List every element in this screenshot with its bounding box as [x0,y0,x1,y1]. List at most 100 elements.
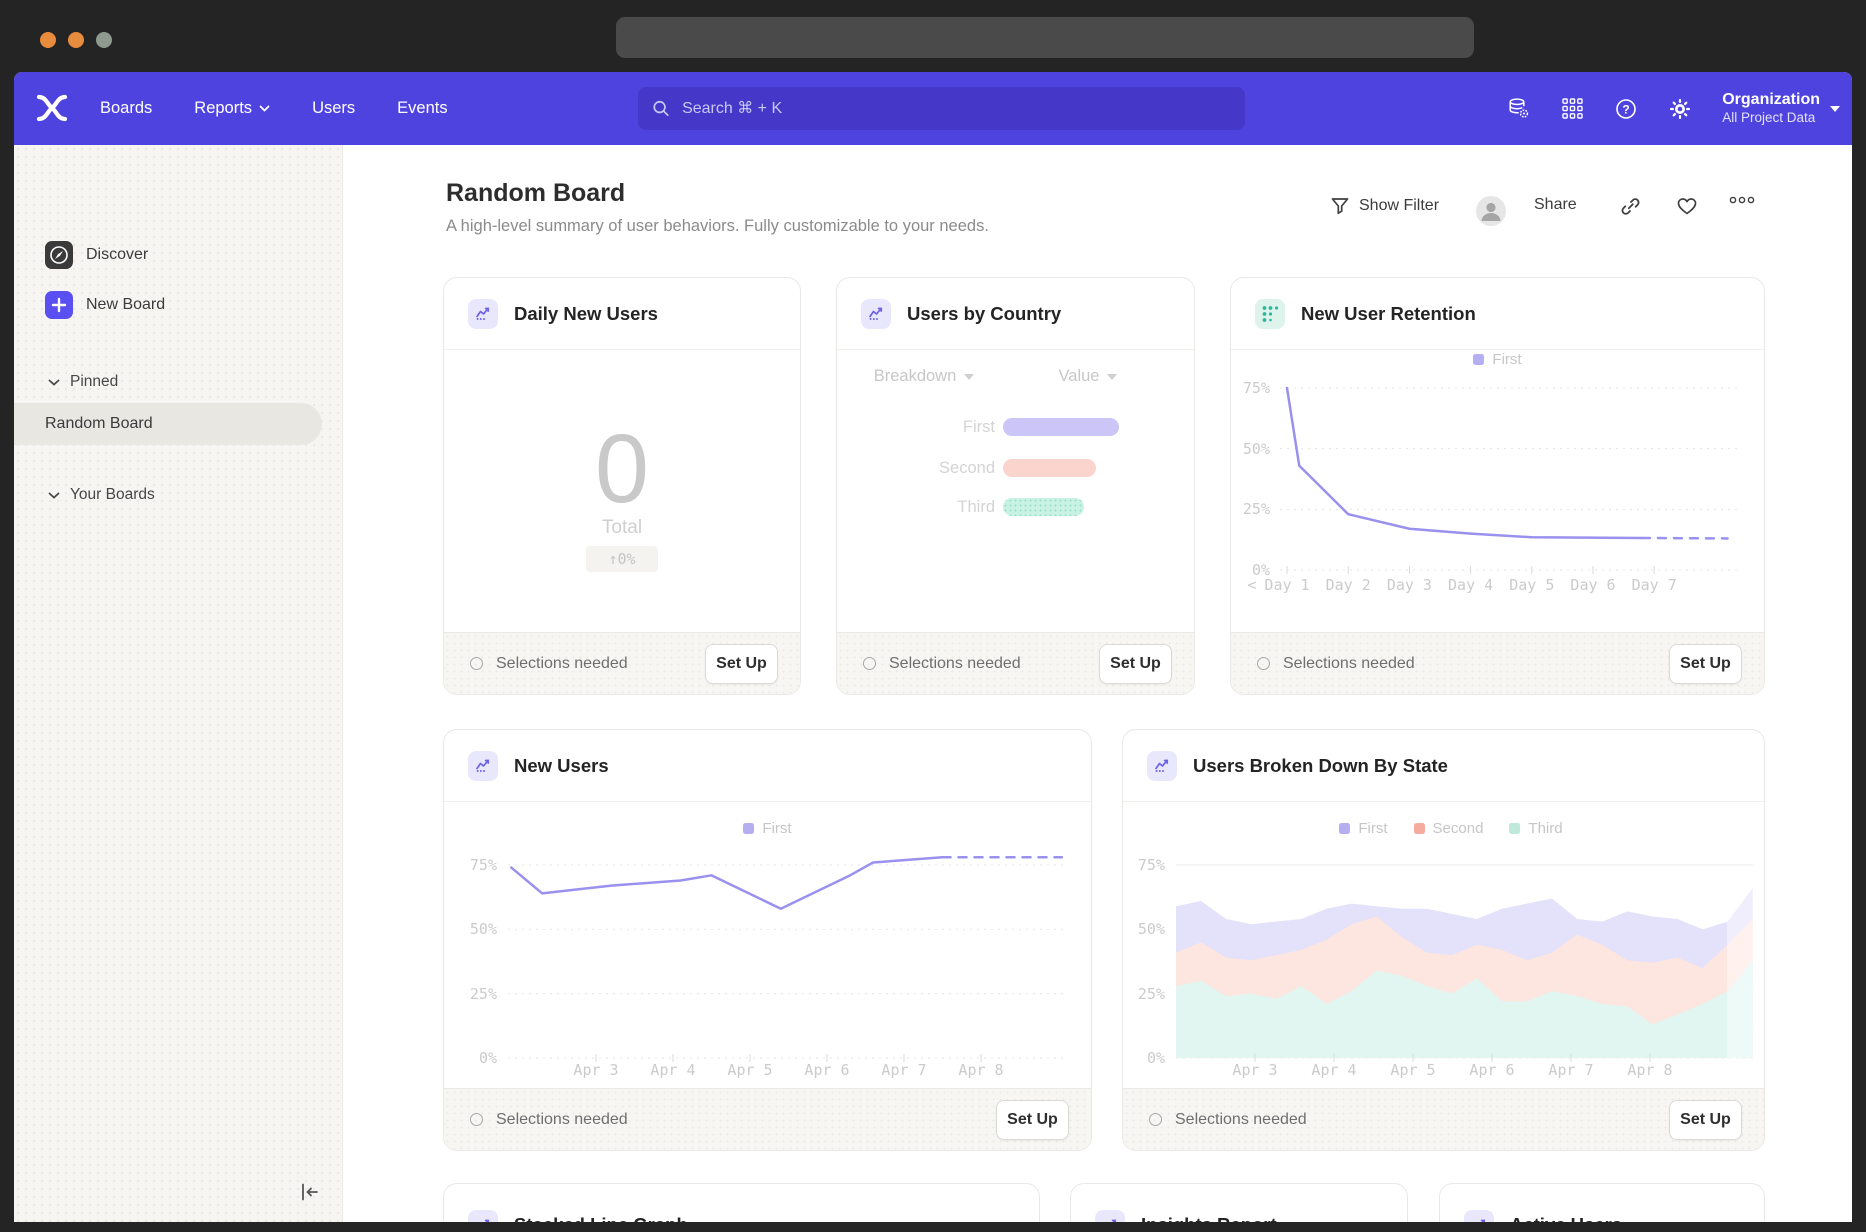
card-title: Users by Country [907,303,1061,325]
sidebar-section-your-boards[interactable]: Your Boards [48,486,155,504]
card-users-by-country: Users by Country Selections needed Set U… [836,277,1195,695]
sidebar-section-pinned[interactable]: Pinned [48,373,118,391]
sidebar-item-random-board[interactable]: Random Board [14,403,322,445]
card-title: Users Broken Down By State [1193,755,1448,777]
sidebar-item-label: New Board [86,296,165,314]
nav-item-events[interactable]: Events [397,99,447,118]
country-bar-row: Second [875,459,1096,477]
page-title: Random Board [446,179,625,208]
settings-gear-icon[interactable] [1668,97,1692,121]
status-circle-icon [1149,1113,1162,1126]
value-dropdown[interactable]: Value [1032,367,1144,386]
card-title: Insights Report [1141,1214,1277,1222]
set-up-button[interactable]: Set Up [1669,1100,1742,1140]
sidebar: Discover New Board Pinned Random Board Y… [14,145,343,1222]
card-title: Daily New Users [514,303,658,325]
metric-label: Total [443,517,801,539]
board-name: Random Board [45,415,153,433]
show-filter-button[interactable]: Show Filter [1330,196,1439,216]
metric-value: 0 [443,420,801,517]
card-status: Selections needed [470,1111,996,1129]
help-icon[interactable]: ? [1614,97,1638,121]
favorite-heart-icon[interactable] [1676,196,1698,216]
line-chart-icon [1147,751,1177,781]
apps-grid-icon[interactable] [1560,97,1584,121]
bar-third [1003,498,1084,516]
status-circle-icon [470,657,483,670]
sidebar-item-label: Discover [86,246,148,264]
chevron-down-icon [48,492,60,499]
top-navbar: Boards Reports Users Events [14,72,1852,145]
state-area-chart [1135,817,1767,1085]
share-button[interactable]: Share [1534,196,1577,214]
section-label: Pinned [70,373,118,391]
nav-item-reports[interactable]: Reports [194,99,270,118]
search-input[interactable] [680,99,1231,119]
search-icon [652,99,670,118]
card-title: Stacked Line Graph [514,1214,688,1222]
chevron-down-icon [48,379,60,386]
global-search[interactable] [638,87,1245,130]
org-project: All Project Data [1722,110,1820,127]
card-status: Selections needed [470,655,705,673]
metric-delta-badge: ↑0% [586,546,658,572]
status-circle-icon [1257,657,1270,670]
app-window: Boards Reports Users Events [14,72,1852,1222]
card-status: Selections needed [1149,1111,1669,1129]
country-bar-row: Third [875,498,1084,516]
screen: Boards Reports Users Events [0,0,1866,1232]
card-status: Selections needed [863,655,1099,673]
set-up-button[interactable]: Set Up [1099,644,1172,684]
section-label: Your Boards [70,486,155,504]
more-options-icon[interactable] [1729,196,1755,204]
minimize-window-button[interactable] [68,32,84,48]
page-subtitle: A high-level summary of user behaviors. … [446,217,989,236]
retention-line-chart [1240,360,1760,600]
chevron-down-icon [1830,106,1840,112]
bar-first [1003,418,1119,436]
close-window-button[interactable] [40,32,56,48]
set-up-button[interactable]: Set Up [996,1100,1069,1140]
card-active-users: Active Users [1439,1183,1765,1222]
compass-icon [45,241,73,269]
status-circle-icon [863,657,876,670]
line-chart-icon [468,1210,498,1222]
card-title: Active Users [1510,1214,1622,1222]
sidebar-item-new-board[interactable]: New Board [45,291,165,319]
retention-grid-icon [1255,299,1285,329]
line-chart-icon [861,299,891,329]
chevron-down-icon [1107,374,1117,380]
org-switcher[interactable]: Organization All Project Data [1722,90,1840,127]
status-circle-icon [470,1113,483,1126]
set-up-button[interactable]: Set Up [1669,644,1742,684]
data-management-icon[interactable] [1506,97,1530,121]
line-chart-icon [1095,1210,1125,1222]
chevron-down-icon [964,374,974,380]
svg-text:?: ? [1623,102,1630,116]
mixpanel-logo-icon[interactable] [36,93,68,128]
plus-icon [45,291,73,319]
card-insights-report: Insights Report [1070,1183,1408,1222]
card-status: Selections needed [1257,655,1669,673]
org-name: Organization [1722,90,1820,110]
card-title: New User Retention [1301,303,1476,325]
line-chart-icon [468,299,498,329]
browser-address-bar[interactable] [616,17,1474,58]
sidebar-item-discover[interactable]: Discover [45,241,148,269]
card-title: New Users [514,755,609,777]
collapse-sidebar-icon[interactable] [298,1180,322,1204]
chevron-down-icon [259,105,270,112]
zoom-window-button[interactable] [96,32,112,48]
set-up-button[interactable]: Set Up [705,644,778,684]
copy-link-icon[interactable] [1620,196,1641,217]
line-chart-icon [1464,1210,1494,1222]
country-bar-row: First [875,418,1119,436]
card-stacked-line-graph: Stacked Line Graph [443,1183,1040,1222]
nav-item-boards[interactable]: Boards [100,99,152,118]
line-chart-icon [468,751,498,781]
breakdown-dropdown[interactable]: Breakdown [862,367,986,386]
bar-second [1003,459,1096,477]
nav-item-users[interactable]: Users [312,99,355,118]
new-users-line-chart [455,817,1080,1085]
avatar[interactable] [1476,196,1506,226]
